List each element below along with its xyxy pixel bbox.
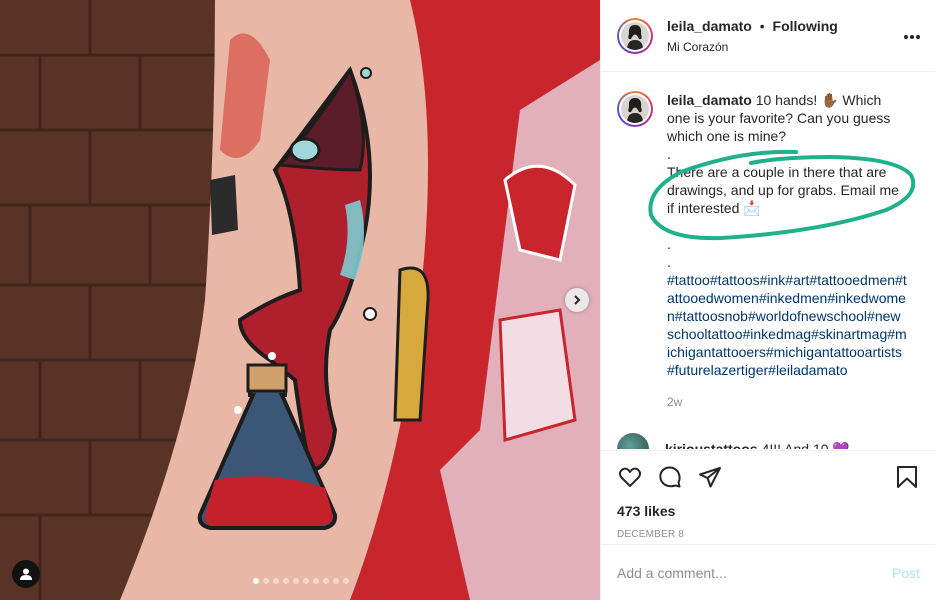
following-button[interactable]: Following [773, 18, 838, 34]
user-tag-button[interactable] [12, 560, 40, 588]
save-button[interactable] [894, 464, 920, 490]
author-avatar-image [621, 21, 649, 50]
commenter-avatar[interactable] [617, 433, 649, 449]
post-header: leila_damato • Following Mi Corazón [601, 0, 935, 72]
carousel-dot [313, 578, 319, 584]
post-location[interactable]: Mi Corazón [667, 40, 903, 54]
carousel-dot [333, 578, 339, 584]
chevron-right-icon [574, 295, 581, 305]
paper-plane-icon [699, 467, 721, 488]
post-comment-button[interactable]: Post [892, 565, 920, 581]
post-media[interactable] [0, 0, 600, 600]
carousel-next-button[interactable] [565, 288, 589, 312]
caption-text: 10 hands! ✋🏾 Which one is your favorite?… [667, 92, 899, 270]
action-bar: 473 likes DECEMBER 8 [601, 450, 935, 540]
heart-icon [618, 467, 642, 487]
caption-timestamp[interactable]: 2w [667, 393, 907, 411]
add-comment-bar: Post [601, 544, 935, 600]
post-date[interactable]: DECEMBER 8 [617, 529, 920, 540]
more-options-button[interactable] [903, 27, 921, 45]
author-username[interactable]: leila_damato [667, 18, 752, 34]
carousel-dot [253, 578, 259, 584]
caption-author-avatar[interactable] [617, 91, 653, 127]
comments-section[interactable]: leila_damato 10 hands! ✋🏾 Which one is y… [601, 73, 935, 449]
user-tag-icon [20, 568, 32, 580]
carousel-dot [343, 578, 349, 584]
post-details-panel: leila_damato • Following Mi Corazón leil… [600, 0, 935, 600]
carousel-indicator [253, 578, 349, 584]
carousel-dot [283, 578, 289, 584]
author-avatar[interactable] [617, 17, 653, 54]
tattoo-photo [0, 0, 600, 600]
carousel-dot [323, 578, 329, 584]
more-horizontal-icon [904, 34, 920, 39]
caption-avatar-image [621, 95, 649, 123]
like-button[interactable] [617, 464, 643, 490]
comment-icon [659, 466, 681, 488]
instagram-post: leila_damato • Following Mi Corazón leil… [0, 0, 935, 600]
comment-text: 4!!! And 10 💜 [761, 440, 850, 450]
caption-hashtags[interactable]: #tattoo#tattoos#ink#art#tattooedmen#tatt… [667, 271, 907, 379]
like-count[interactable]: 473 likes [617, 503, 920, 519]
comment-input[interactable] [617, 564, 892, 581]
caption-username[interactable]: leila_damato [667, 92, 752, 108]
comment-item: kirioustattoos 4!!! And 10 💜 [617, 433, 920, 449]
header-separator: • [759, 17, 765, 34]
carousel-dot [263, 578, 269, 584]
carousel-dot [303, 578, 309, 584]
bookmark-icon [897, 466, 917, 488]
post-caption: leila_damato 10 hands! ✋🏾 Which one is y… [617, 91, 920, 411]
carousel-dot [273, 578, 279, 584]
carousel-dot [293, 578, 299, 584]
commenter-username[interactable]: kirioustattoos [665, 441, 758, 449]
comment-button[interactable] [657, 464, 683, 490]
share-button[interactable] [697, 464, 723, 490]
